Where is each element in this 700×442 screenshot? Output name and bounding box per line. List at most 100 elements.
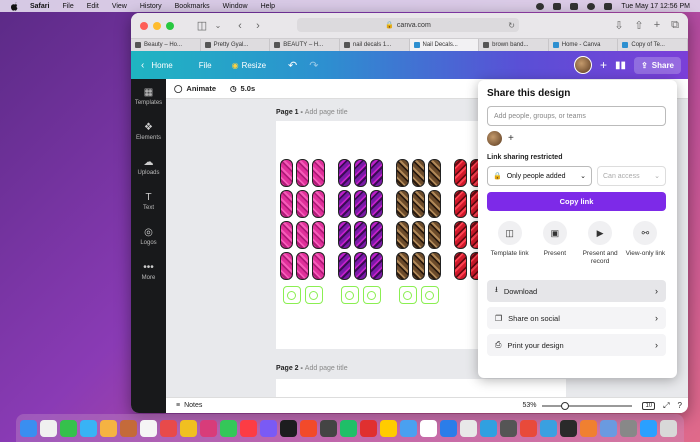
notes-button[interactable]: ≡ Notes <box>176 402 202 409</box>
menu-help[interactable]: Help <box>261 3 275 10</box>
share-page-icon[interactable]: ⇧ <box>633 20 645 32</box>
close-window-button[interactable] <box>140 21 148 30</box>
browser-tab[interactable]: Copy of Te... <box>618 39 688 51</box>
dock-app-icon[interactable] <box>160 419 177 437</box>
dock-app-icon[interactable] <box>440 419 457 437</box>
zoom-slider-handle[interactable] <box>560 401 569 410</box>
dock-app-icon[interactable] <box>460 419 477 437</box>
menu-view[interactable]: View <box>112 3 127 10</box>
resize-button[interactable]: ◉ Resize <box>232 61 266 70</box>
tab-overview-icon[interactable]: ⧉ <box>669 19 681 31</box>
forward-icon[interactable]: › <box>252 20 264 32</box>
dock-app-icon[interactable] <box>580 419 597 437</box>
page-title[interactable]: Page 1 - Add page title <box>276 109 348 116</box>
dock-app-icon[interactable] <box>380 419 397 437</box>
present-record-option[interactable]: ▶ Present and record <box>578 221 623 266</box>
insights-icon[interactable]: ▮▮ <box>615 60 626 71</box>
status-icon[interactable] <box>536 2 545 10</box>
dock-app-icon[interactable] <box>220 419 237 437</box>
page-title[interactable]: Page 2 - Add page title <box>276 365 348 372</box>
sidebar-item-text[interactable]: T Text <box>131 192 166 211</box>
dock-app-icon[interactable] <box>20 419 37 437</box>
dock-app-icon[interactable] <box>600 419 617 437</box>
avatar[interactable] <box>487 131 502 146</box>
page-title-placeholder[interactable]: Add page title <box>305 365 348 372</box>
menu-bookmarks[interactable]: Bookmarks <box>175 3 210 10</box>
browser-tab[interactable]: Beauty – Ho... <box>131 39 201 51</box>
dock-app-icon[interactable] <box>640 419 657 437</box>
add-collaborator-icon[interactable]: + <box>600 58 607 72</box>
menu-edit[interactable]: Edit <box>87 3 99 10</box>
sidebar-item-uploads[interactable]: ☁ Uploads <box>131 157 166 176</box>
share-button[interactable]: ⇪ Share <box>634 56 681 74</box>
dock-app-icon[interactable] <box>280 419 297 437</box>
page-count-button[interactable]: 10 <box>642 401 656 410</box>
dock-app-icon[interactable] <box>500 419 517 437</box>
template-link-option[interactable]: ◫ Template link <box>487 221 532 266</box>
sidebar-item-logos[interactable]: ◎ Logos <box>131 227 166 246</box>
dock-app-icon[interactable] <box>340 419 357 437</box>
menu-safari[interactable]: Safari <box>30 3 49 10</box>
dock-app-icon[interactable] <box>320 419 337 437</box>
permission-select[interactable]: Can access ⌄ <box>597 166 666 186</box>
add-people-input[interactable]: Add people, groups, or teams <box>487 106 666 126</box>
browser-tab-active[interactable]: Nail Decals... <box>409 39 480 51</box>
menu-window[interactable]: Window <box>223 3 248 10</box>
zoom-window-button[interactable] <box>166 21 174 30</box>
dock-app-icon[interactable] <box>540 419 557 437</box>
view-only-link-option[interactable]: ⚯ View-only link <box>623 221 668 266</box>
dock-app-icon[interactable] <box>260 419 277 437</box>
sidebar-item-more[interactable]: ••• More <box>131 262 166 281</box>
battery-icon[interactable] <box>553 2 562 10</box>
menu-file[interactable]: File <box>62 3 73 10</box>
downloads-icon[interactable]: ⇩ <box>613 20 625 32</box>
dock-app-icon[interactable] <box>520 419 537 437</box>
chevron-down-icon[interactable]: ⌄ <box>212 21 224 31</box>
menu-history[interactable]: History <box>140 3 162 10</box>
dock-app-icon[interactable] <box>100 419 117 437</box>
zoom-level[interactable]: 53% <box>522 402 536 409</box>
dock-app-icon[interactable] <box>420 419 437 437</box>
dock-app-icon[interactable] <box>80 419 97 437</box>
animate-button[interactable]: ◯ Animate <box>174 84 216 93</box>
fullscreen-icon[interactable]: ⤢ <box>663 401 669 411</box>
apple-icon[interactable] <box>10 1 18 11</box>
browser-tab[interactable]: Pretty Gyal... <box>201 39 271 51</box>
present-option[interactable]: ▣ Present <box>532 221 577 266</box>
dock-app-icon[interactable] <box>200 419 217 437</box>
share-social-row[interactable]: ❐ Share on social › <box>487 307 666 329</box>
new-tab-icon[interactable]: + <box>651 19 663 31</box>
browser-tab[interactable]: Home - Canva <box>549 39 619 51</box>
control-center-icon[interactable] <box>604 2 613 10</box>
duration-button[interactable]: ◷ 5.0s <box>230 84 255 93</box>
browser-tab[interactable]: nail decals 1... <box>340 39 410 51</box>
nail-design[interactable] <box>280 121 325 304</box>
back-icon[interactable]: ‹ <box>234 20 246 32</box>
dock-app-icon[interactable] <box>560 419 577 437</box>
download-row[interactable]: ⭳ Download › <box>487 280 666 302</box>
zoom-slider[interactable] <box>542 401 633 410</box>
dock-app-icon[interactable] <box>180 419 197 437</box>
dock-app-icon[interactable] <box>120 419 137 437</box>
dock-app-icon[interactable] <box>400 419 417 437</box>
redo-icon[interactable]: ↷ <box>309 59 318 72</box>
design-page-2[interactable] <box>276 379 566 397</box>
nail-design[interactable] <box>396 121 441 304</box>
file-menu-button[interactable]: File <box>199 61 212 70</box>
dock-app-icon[interactable] <box>40 419 57 437</box>
dock-app-icon[interactable] <box>60 419 77 437</box>
dock-app-icon[interactable] <box>300 419 317 437</box>
sidebar-item-templates[interactable]: ▦ Templates <box>131 87 166 106</box>
minimize-window-button[interactable] <box>153 21 161 30</box>
reload-icon[interactable]: ↻ <box>508 21 515 30</box>
address-bar[interactable]: 🔒 canva.com ↻ <box>297 18 519 32</box>
help-icon[interactable]: ? <box>678 401 682 410</box>
page-title-placeholder[interactable]: Add page title <box>305 109 348 116</box>
home-button[interactable]: ‹ Home <box>141 60 173 71</box>
dock-app-icon[interactable] <box>660 419 677 437</box>
access-select[interactable]: 🔒 Only people added ⌄ <box>487 166 592 186</box>
dock-app-icon[interactable] <box>480 419 497 437</box>
nail-design[interactable] <box>338 121 383 304</box>
wifi-icon[interactable] <box>570 2 579 10</box>
undo-icon[interactable]: ↶ <box>288 59 297 72</box>
